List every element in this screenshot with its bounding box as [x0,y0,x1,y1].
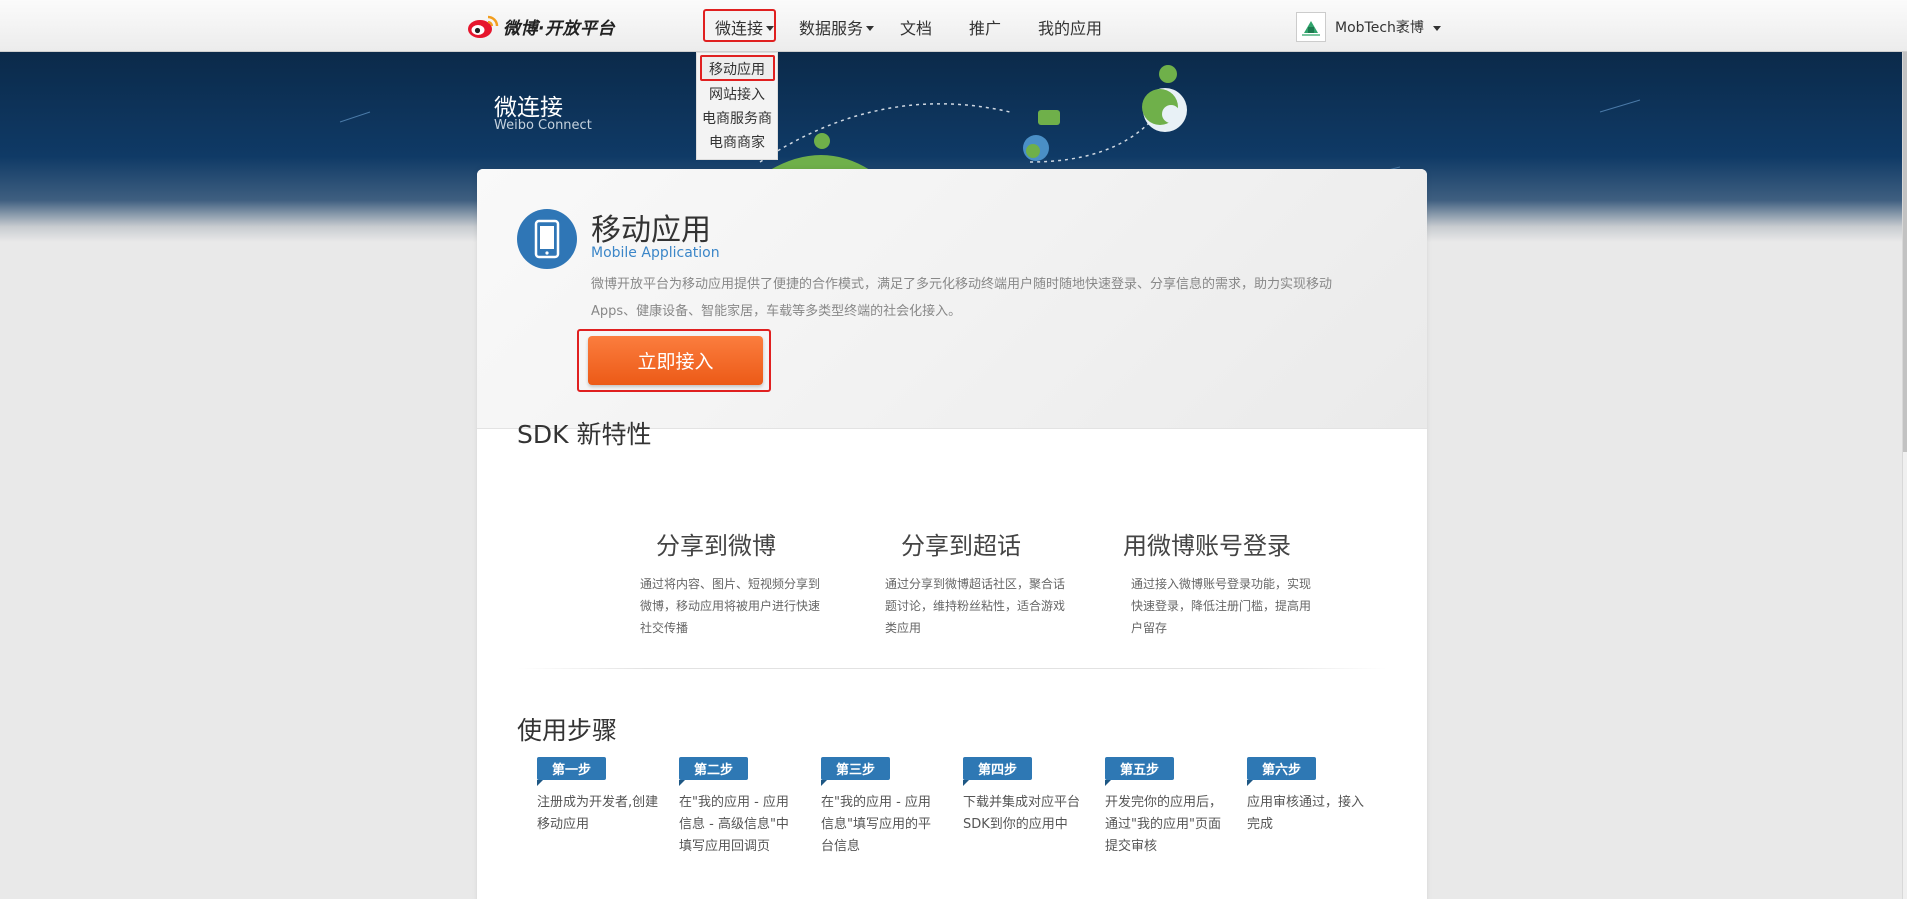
feature-weibo-login: 用微博账号登录 通过接入微博账号登录功能，实现快速登录，降低注册门槛，提高用户留… [1107,526,1311,639]
feature-description: 通过接入微博账号登录功能，实现快速登录，降低注册门槛，提高用户留存 [1131,577,1312,635]
dropdown-item-ecommerce-provider[interactable]: 电商服务商 [697,108,777,128]
nav-promotion[interactable]: 推广 [969,15,1001,39]
feature-description: 通过分享到微博超话社区，聚合话题讨论，维持粉丝粘性，适合游戏类应用 [885,577,1066,635]
step-tag: 第四步 [963,757,1032,786]
sdk-features-title: SDK 新特性 [517,420,652,449]
nav-my-apps[interactable]: 我的应用 [1038,15,1102,39]
step-3: 第三步 在"我的应用 - 应用信息"填写应用的平台信息 [821,757,946,858]
nav-label: 文档 [900,19,933,38]
step-description: 下载并集成对应平台SDK到你的应用中 [963,795,1081,832]
mobile-phone-icon [517,209,577,269]
nav-docs[interactable]: 文档 [900,15,932,39]
user-name: MobTech袤博 [1335,20,1424,36]
weilianjie-dropdown-menu: 移动应用 网站接入 电商服务商 电商商家 [696,52,778,160]
step-tag: 第三步 [821,757,890,786]
connect-now-button[interactable]: 立即接入 [588,336,763,385]
top-nav: 微博·开放平台 微连接 数据服务 文档 推广 我的应用 MobTech袤博 [0,0,1907,52]
step-description: 应用审核通过，接入完成 [1247,795,1365,832]
section-divider [517,668,1387,669]
caret-down-icon [1432,25,1441,31]
weibo-logo-icon [468,15,499,38]
main-card: 移动应用 Mobile Application 微博开放平台为移动应用提供了便捷… [477,169,1427,899]
step-4: 第四步 下载并集成对应平台SDK到你的应用中 [963,757,1088,836]
step-6: 第六步 应用审核通过，接入完成 [1247,757,1372,836]
step-1: 第一步 注册成为开发者,创建移动应用 [537,757,662,836]
feature-title: 用微博账号登录 [1123,532,1291,560]
step-2: 第二步 在"我的应用 - 应用信息 - 高级信息"中填写应用回调页 [679,757,804,858]
dropdown-item-mobile-app[interactable]: 移动应用 [697,59,777,79]
dropdown-item-website[interactable]: 网站接入 [697,84,777,104]
step-5: 第五步 开发完你的应用后，通过"我的应用"页面提交审核 [1105,757,1230,858]
user-menu[interactable]: MobTech袤博 [1296,12,1441,42]
step-description: 在"我的应用 - 应用信息"填写应用的平台信息 [821,795,931,854]
brand-logo-link[interactable]: 微博·开放平台 [466,12,615,40]
mobile-app-intro: 移动应用 Mobile Application 微博开放平台为移动应用提供了便捷… [477,169,1427,429]
step-description: 在"我的应用 - 应用信息 - 高级信息"中填写应用回调页 [679,795,789,854]
page-description: 微博开放平台为移动应用提供了便捷的合作模式，满足了多元化移动终端用户随时随地快速… [591,277,1333,319]
scrollbar-thumb[interactable] [1903,52,1907,452]
banner-subtitle: Weibo Connect [494,118,592,133]
nav-label: 微连接 [715,19,764,38]
nav-label: 我的应用 [1038,19,1103,38]
nav-data-service[interactable]: 数据服务 [799,15,875,39]
step-description: 注册成为开发者,创建移动应用 [537,795,659,832]
step-tag: 第六步 [1247,757,1316,786]
usage-steps-title: 使用步骤 [517,716,618,745]
feature-share-supertopic: 分享到超话 通过分享到微博超话社区，聚合话题讨论，维持粉丝粘性，适合游戏类应用 [861,526,1065,639]
step-tag: 第一步 [537,757,606,786]
page-subtitle: Mobile Application [591,245,720,261]
nav-label: 数据服务 [799,19,864,38]
page-title: 移动应用 [591,213,711,248]
avatar [1296,12,1326,42]
nav-weilianjie[interactable]: 微连接 [715,15,775,39]
dropdown-item-ecommerce-merchant[interactable]: 电商商家 [697,132,777,152]
step-tag: 第二步 [679,757,748,786]
feature-share-weibo: 分享到微博 通过将内容、图片、短视频分享到微博，移动应用将被用户进行快速社交传播 [616,526,820,639]
caret-down-icon [766,25,775,31]
caret-down-icon [866,25,875,31]
feature-title: 分享到超话 [901,532,1021,560]
avatar-image-icon [1299,15,1323,39]
feature-description: 通过将内容、图片、短视频分享到微博，移动应用将被用户进行快速社交传播 [640,577,821,635]
banner-title: 微连接 [494,95,563,121]
step-tag: 第五步 [1105,757,1174,786]
feature-title: 分享到微博 [656,532,776,560]
step-description: 开发完你的应用后，通过"我的应用"页面提交审核 [1105,795,1223,854]
brand-name: 微博·开放平台 [503,18,615,39]
nav-label: 推广 [969,19,1002,38]
phone-glyph-icon [534,219,560,259]
